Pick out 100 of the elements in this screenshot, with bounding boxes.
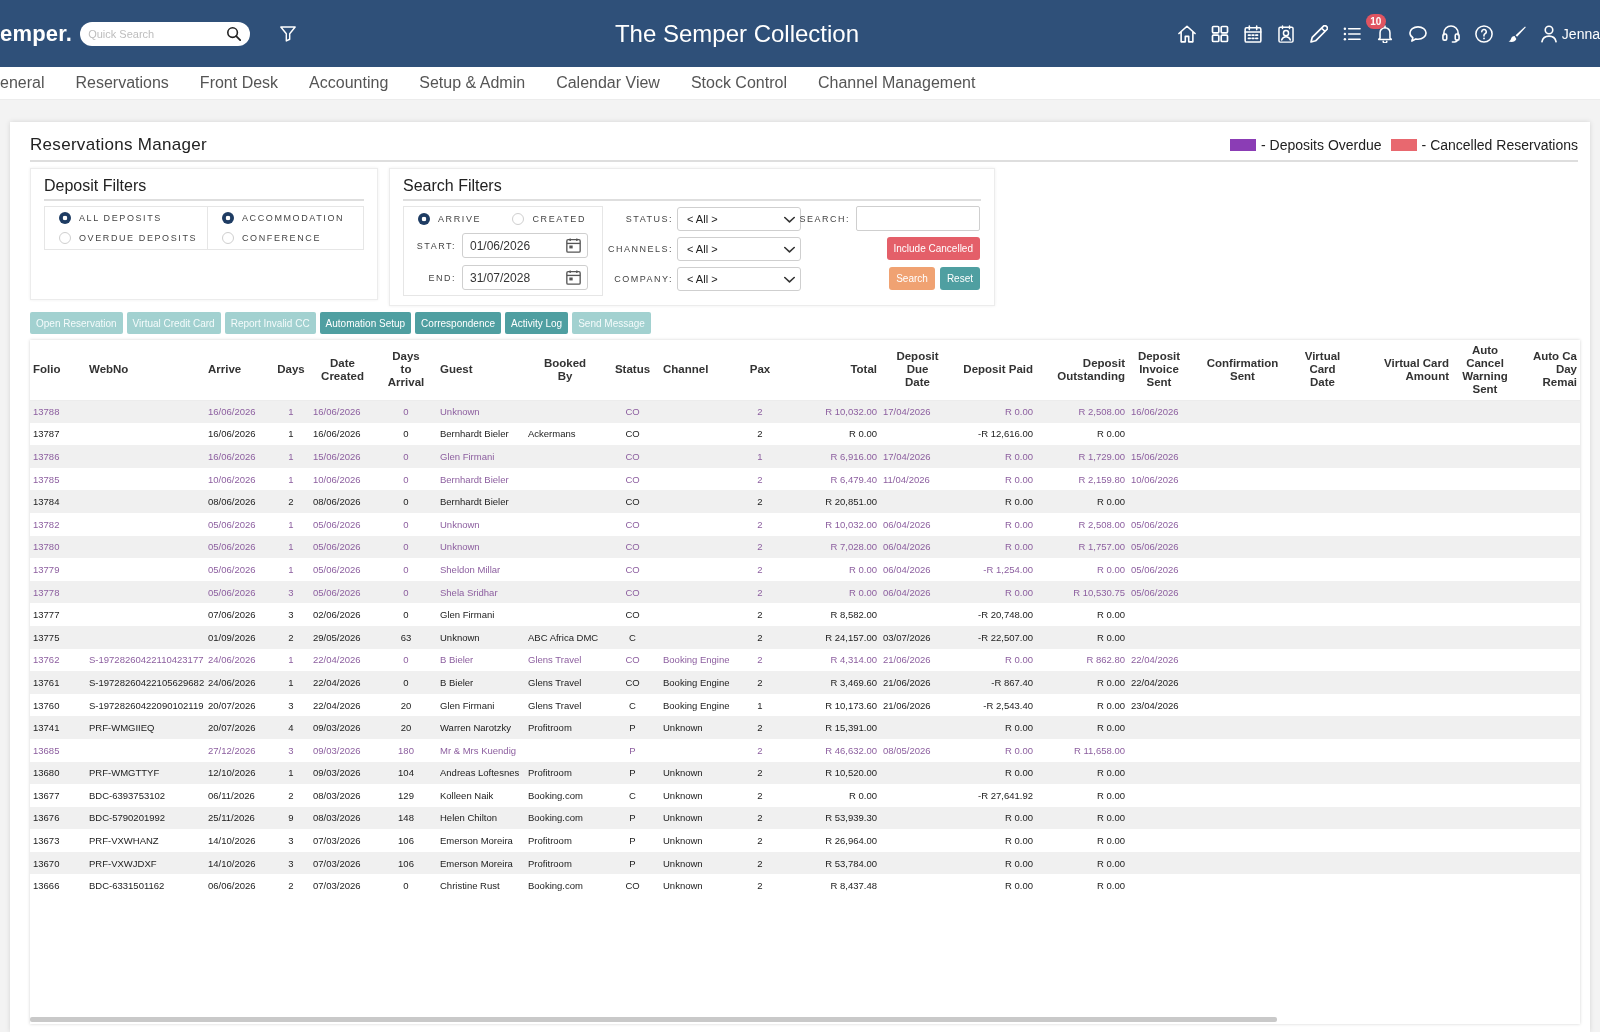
radio-icon[interactable]	[222, 212, 234, 224]
caret-icon[interactable]	[784, 275, 795, 283]
table-cell: 13775	[30, 625, 86, 649]
table-cell: R 0.00	[1036, 761, 1128, 785]
table-row[interactable]: 13673 PRF-VXWHANZ 14/10/2026 3 07/03/2026 106 Emerson Moreira Profitroom P Unknown 2 R 26,964.00 R 0.00 R 0.00	[30, 829, 1580, 852]
calendar-icon[interactable]	[566, 238, 581, 253]
quick-search-field[interactable]: Quick Search	[80, 21, 251, 46]
radio-option[interactable]: ALL DEPOSITS	[59, 212, 207, 224]
caret-icon[interactable]	[784, 215, 795, 223]
nav-menu-item[interactable]: Channel Management	[817, 74, 976, 92]
table-row[interactable]: 13787 16/06/2026 1 16/06/2026 0 Bernhardt Bieler Ackermans CO 2 R 0.00 -R 12,616.00 R 0.00	[30, 422, 1580, 446]
table-cell: 13786	[30, 445, 86, 468]
brush-icon[interactable]	[1507, 24, 1526, 43]
calendar-icon[interactable]	[1243, 24, 1262, 43]
table-cell: Profitroom	[525, 851, 605, 875]
table-cell: 2	[740, 806, 780, 830]
table-cell: 16/06/2026	[205, 422, 272, 446]
table-cell: B Bieler	[437, 648, 525, 672]
table-row[interactable]: 13777 07/06/2026 3 02/06/2026 0 Glen Firmani CO 2 R 8,582.00 -R 20,748.00 R 0.00	[30, 603, 1580, 626]
radio-icon[interactable]	[512, 213, 525, 225]
table-row[interactable]: 13677 BDC-6393753102 06/11/2026 2 08/03/2026 129 Kolleen Naik Booking.com C Unknown 2 R 0.00 -R 27,641.92 R 0.00	[30, 784, 1580, 807]
nav-menu-item[interactable]: Reservations	[75, 74, 169, 92]
nav-menu-item[interactable]: Stock Control	[690, 74, 787, 92]
table-row[interactable]: 13666 BDC-6331501162 06/06/2026 2 07/03/2026 0 Christine Rust Booking.com CO Unknown 2 R 8,437.48 R 0.00 R 0.00	[30, 874, 1580, 898]
dropdown[interactable]: < All >	[677, 207, 801, 231]
bell-icon[interactable]	[1375, 24, 1394, 43]
table-row[interactable]: 13676 BDC-5790201992 25/11/2026 9 08/03/2026 148 Helen Chilton Booking.com P Unknown 2 R 53,939.30 R 0.00 R 0.00	[30, 806, 1580, 830]
date-field[interactable]: 01/06/2026	[462, 233, 588, 258]
chat-bubble-icon[interactable]	[1408, 24, 1427, 43]
table-row[interactable]: 13741 PRF-WMGIIEQ 20/07/2026 4 09/03/2026 20 Warren Narotzky Profitroom P Unknown 2 R 15,391.00 R 0.00 R 0.00	[30, 716, 1580, 739]
table-row[interactable]: 13779 05/06/2026 1 05/06/2026 0 Sheldon Millar CO 2 R 0.00 06/04/2026 -R 1,254.00 R 0.00 05/06/2026	[30, 558, 1580, 581]
table-row[interactable]: 13685 27/12/2026 3 09/03/2026 180 Mr & Mrs Kuendig P 2 R 46,632.00 08/05/2026 R 0.00 R 11,658.00	[30, 738, 1580, 762]
table-row[interactable]: 13786 16/06/2026 1 15/06/2026 0 Glen Firmani CO 1 R 6,916.00 17/04/2026 R 0.00 R 1,729.00 15/06/2026	[30, 445, 1580, 468]
table-row[interactable]: 13788 16/06/2026 1 16/06/2026 0 Unknown CO 2 R 10,032.00 17/04/2026 R 0.00 R 2,508.00 16/06/2026	[30, 400, 1580, 423]
radio-option[interactable]: ARRIVE	[418, 213, 482, 225]
scrollbar-thumb[interactable]	[30, 1017, 1277, 1022]
dropdown[interactable]: < All >	[677, 237, 801, 261]
table-cell: R 10,032.00	[780, 400, 880, 423]
table-row[interactable]: 13784 08/06/2026 2 08/06/2026 0 Bernhardt Bieler CO 2 R 20,851.00 R 0.00 R 0.00	[30, 490, 1580, 513]
user-name[interactable]: Jenna	[1561, 25, 1600, 42]
table-cell: 1	[272, 648, 310, 672]
radio-option[interactable]: ACCOMMODATION	[222, 212, 363, 224]
radio-icon[interactable]	[59, 212, 71, 224]
radio-option[interactable]: CREATED	[512, 213, 586, 225]
table-row[interactable]: 13760 S-19728260422090102119 20/07/2026 3 22/04/2026 20 Glen Firmani Glens Travel C Booking Engine 1 R 10,173.60 21/06/2026 -R 2,543.40 R 0.00 23/04/2026	[30, 693, 1580, 717]
radio-icon[interactable]	[418, 213, 430, 225]
table-row[interactable]: 13775 01/09/2026 2 29/05/2026 63 Unknown ABC Africa DMC C 2 R 24,157.00 03/07/2026 -R 22,507.00 R 0.00	[30, 625, 1580, 649]
table-row[interactable]: 13778 05/06/2026 3 05/06/2026 0 Shela Sridhar CO 2 R 0.00 06/04/2026 R 0.00 R 10,530.75 05/06/2026	[30, 580, 1580, 604]
table-cell: 14/10/2026	[205, 829, 272, 852]
table-cell: 1	[272, 467, 310, 491]
help-icon[interactable]	[1474, 24, 1493, 43]
calendar-icon[interactable]	[566, 270, 581, 285]
table-cell: R 53,939.30	[780, 806, 880, 830]
table-cell: 05/06/2026	[310, 580, 375, 604]
dropdown[interactable]: < All >	[677, 267, 801, 291]
user-icon[interactable]	[1540, 24, 1557, 43]
table-cell: R 0.00	[1036, 716, 1128, 739]
radio-icon[interactable]	[59, 232, 71, 244]
table-cell: R 20,851.00	[780, 490, 880, 513]
table-cell: 05/06/2026	[1128, 580, 1190, 604]
table-cell: Booking Engine	[660, 671, 740, 694]
caret-icon[interactable]	[784, 245, 795, 253]
nav-menu-item[interactable]: Accounting	[309, 74, 389, 92]
filter-icon[interactable]	[280, 25, 297, 42]
radio-icon[interactable]	[222, 232, 234, 244]
table-row[interactable]: 13680 PRF-WMGTTYF 12/10/2026 1 09/03/2026 104 Andreas Loftesnes Profitroom P Unknown 2 R 10,520.00 R 0.00 R 0.00	[30, 761, 1580, 785]
table-cell: 13680	[30, 761, 86, 785]
nav-menu-item[interactable]: Calendar View	[556, 74, 660, 92]
table-row[interactable]: 13782 05/06/2026 1 05/06/2026 0 Unknown CO 2 R 10,032.00 06/04/2026 R 0.00 R 2,508.00 05/06/2026	[30, 512, 1580, 536]
column-header: Booked By	[525, 340, 605, 400]
date-field[interactable]: 31/07/2028	[462, 265, 588, 290]
table-row[interactable]: 13785 10/06/2026 1 10/06/2026 0 Bernhardt Bieler CO 2 R 6,479.40 11/04/2026 R 0.00 R 2,159.80 10/06/2026	[30, 467, 1580, 491]
table-cell: 22/04/2026	[310, 671, 375, 694]
table-row[interactable]: 13780 05/06/2026 1 05/06/2026 0 Unknown CO 2 R 7,028.00 06/04/2026 R 0.00 R 1,757.00 05/06/2026	[30, 535, 1580, 559]
radio-option[interactable]: CONFERENCE	[222, 232, 363, 244]
headset-icon[interactable]	[1441, 24, 1460, 43]
column-header: Deposit Due Date	[880, 340, 955, 400]
pencil-icon[interactable]	[1309, 24, 1328, 43]
table-cell: R 8,582.00	[780, 603, 880, 626]
grid-icon[interactable]	[1210, 24, 1229, 43]
contact-card-icon[interactable]	[1276, 24, 1295, 43]
nav-menu-item[interactable]: Front Desk	[199, 74, 279, 92]
table-row[interactable]: 13762 S-19728260422110423177 24/06/2026 1 22/04/2026 0 B Bieler Glens Travel CO Booking Engine 2 R 4,314.00 21/06/2026 R 0.00 R 862.80 22/04/2026	[30, 648, 1580, 672]
notification-badge: 10	[1365, 13, 1386, 29]
column-header: Auto Cancel Warning Sent	[1452, 340, 1518, 400]
search-icon[interactable]	[227, 26, 242, 41]
home-icon[interactable]	[1177, 24, 1196, 43]
radio-option[interactable]: OVERDUE DEPOSITS	[59, 232, 207, 244]
table-cell: 21/06/2026	[880, 648, 955, 672]
table-row[interactable]: 13761 S-19728260422105629682 24/06/2026 1 22/04/2026 0 B Bieler Glens Travel CO Booking Engine 2 R 3,469.60 21/06/2026 -R 867.40 R 0.00 22/04/2026	[30, 671, 1580, 694]
table-row[interactable]: 13670 PRF-VXWJDXF 14/10/2026 3 07/03/2026 106 Emerson Moreira Profitroom P Unknown 2 R 53,784.00 R 0.00 R 0.00	[30, 851, 1580, 875]
table-cell: 27/12/2026	[205, 738, 272, 762]
nav-menu-item[interactable]: Setup & Admin	[419, 74, 526, 92]
table-cell: R 10,530.75	[1036, 580, 1128, 604]
table-cell: PRF-WMGIIEQ	[86, 716, 205, 739]
search-field[interactable]	[856, 206, 980, 231]
logo-text[interactable]: emper.	[0, 20, 73, 47]
table-cell: R 46,632.00	[780, 738, 880, 762]
nav-menu-item[interactable]: eneral	[0, 74, 45, 92]
table-cell: R 2,508.00	[1036, 400, 1128, 423]
